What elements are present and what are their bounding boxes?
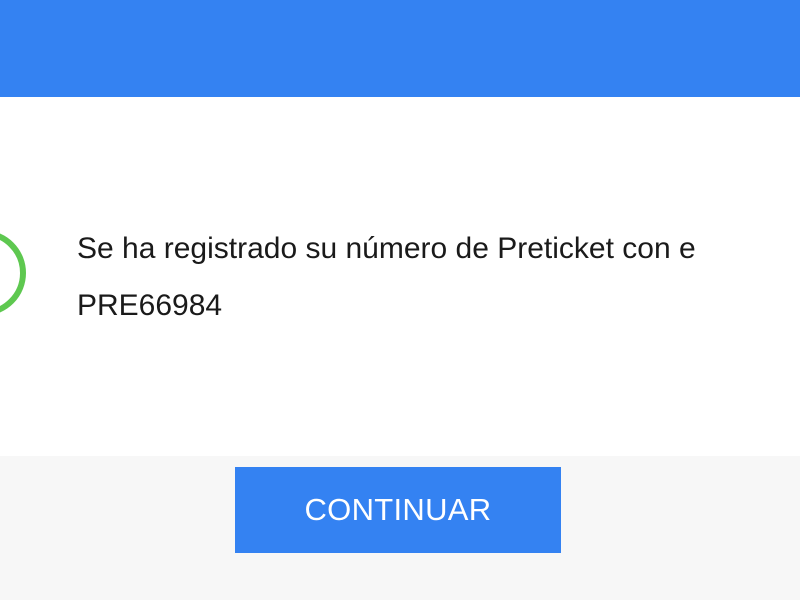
check-circle-icon: [0, 230, 26, 316]
header-bar: [0, 0, 800, 97]
continue-button[interactable]: CONTINUAR: [235, 467, 561, 553]
confirmation-message-text: Se ha registrado su número de Preticket …: [77, 232, 696, 265]
dialog-body: Se ha registrado su número de Preticket …: [0, 97, 800, 456]
dialog-footer: CONTINUAR: [0, 456, 800, 600]
preticket-number: PRE66984: [77, 289, 223, 322]
confirmation-message: Se ha registrado su número de Preticket …: [77, 220, 800, 334]
